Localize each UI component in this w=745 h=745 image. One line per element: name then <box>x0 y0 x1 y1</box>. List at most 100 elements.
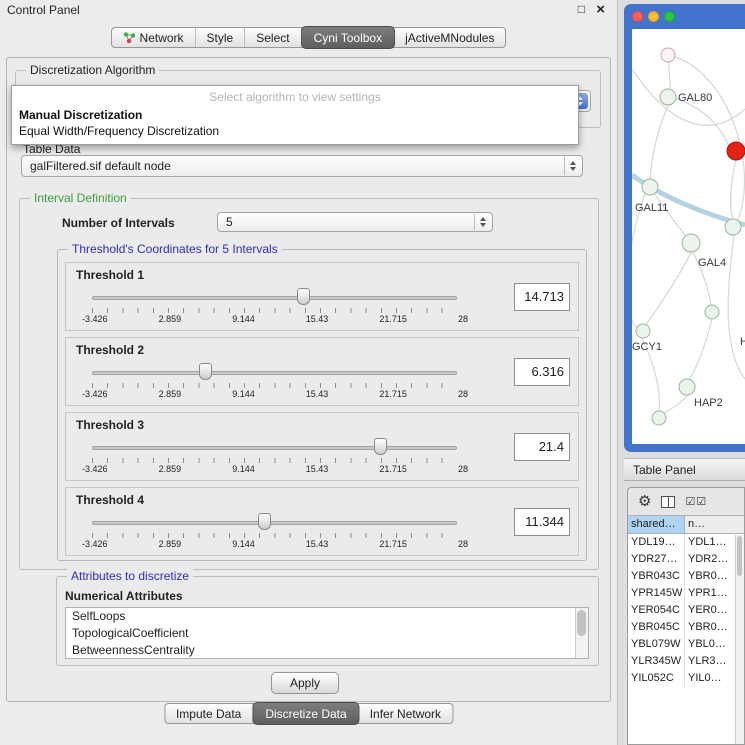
network-node-gal80[interactable] <box>660 89 676 105</box>
network-node[interactable] <box>725 219 741 235</box>
threshold-2-slider[interactable] <box>92 362 457 382</box>
gear-icon[interactable]: ⚙ <box>638 494 651 509</box>
network-graph[interactable]: GAL80 GAL11 GAL4 GCY1 HAP2 H <box>632 29 745 444</box>
threshold-4-handle[interactable] <box>258 513 271 530</box>
close-icon[interactable]: × <box>596 1 605 18</box>
slider-track[interactable] <box>92 371 457 375</box>
scrollbar-thumb[interactable] <box>737 536 742 576</box>
table-row[interactable]: YDL19…YDL1… <box>628 534 744 551</box>
tab-infer-network[interactable]: Infer Network <box>359 704 452 723</box>
table-row[interactable]: YPR145WYPR1… <box>628 585 744 602</box>
threshold-3-slider[interactable] <box>92 437 457 457</box>
float-window-icon[interactable]: □ <box>578 2 585 16</box>
tab-impute-data[interactable]: Impute Data <box>165 704 253 723</box>
network-node-gcy1[interactable] <box>636 324 650 338</box>
network-node[interactable] <box>652 411 666 425</box>
top-tab-bar: Network Style Select Cyni Toolbox jActiv… <box>111 27 507 48</box>
selected-red-node[interactable] <box>727 142 745 160</box>
slider-ticks <box>92 533 457 538</box>
list-item[interactable]: TopologicalCoefficient <box>66 625 588 642</box>
tab-discretize-data[interactable]: Discretize Data <box>252 702 359 725</box>
attributes-list-scrollbar[interactable] <box>575 608 588 658</box>
tab-select[interactable]: Select <box>245 28 301 47</box>
network-node-gal11[interactable] <box>642 179 658 195</box>
tick-label: 15.43 <box>306 464 329 474</box>
threshold-4-slider[interactable] <box>92 512 457 532</box>
cell[interactable]: YBR045C <box>628 619 685 636</box>
scrollbar-thumb[interactable] <box>577 610 586 636</box>
network-node-hap2[interactable] <box>679 379 695 395</box>
minimize-traffic-light[interactable] <box>648 11 659 22</box>
threshold-1-value-field[interactable]: 14.713 <box>514 283 570 311</box>
dropdown-option-equal-width[interactable]: Equal Width/Frequency Discretization <box>12 123 578 139</box>
table-data-combobox[interactable]: galFiltered.sif default node <box>21 155 583 177</box>
tab-style[interactable]: Style <box>196 28 246 47</box>
table-row[interactable]: YDR27…YDR2… <box>628 551 744 568</box>
network-node[interactable] <box>705 305 719 319</box>
dropdown-option-manual[interactable]: Manual Discretization <box>12 107 578 123</box>
tab-discretize-data-label: Discretize Data <box>265 707 346 721</box>
columns-icon[interactable] <box>661 496 675 508</box>
cell[interactable]: YIL052C <box>628 670 685 687</box>
threshold-1-slider[interactable] <box>92 287 457 307</box>
cyni-toolbox-panel: Discretization Algorithm Select algorith… <box>6 57 611 702</box>
panel-title: Control Panel <box>7 3 80 17</box>
threshold-3-panel: Threshold 3 -3.426 2.859 9.144 15.43 21.… <box>65 412 579 481</box>
tick-label: 15.43 <box>306 539 329 549</box>
number-of-intervals-combobox[interactable]: 5 <box>217 212 493 232</box>
list-item[interactable]: BetweennessCentrality <box>66 642 588 659</box>
cell[interactable]: YPR145W <box>628 585 685 602</box>
table-row[interactable]: YIL052CYIL0… <box>628 670 744 687</box>
tab-cyni-toolbox[interactable]: Cyni Toolbox <box>301 26 395 49</box>
network-node-gal4[interactable] <box>682 234 700 252</box>
tab-style-label: Style <box>207 31 234 45</box>
table-data-combobox-value: galFiltered.sif default node <box>30 159 171 173</box>
close-traffic-light[interactable] <box>632 11 643 22</box>
cell[interactable]: YLR345W <box>628 653 685 670</box>
table-row[interactable]: YBR045CYBR0… <box>628 619 744 636</box>
node-label: HAP2 <box>694 397 723 409</box>
threshold-2-value-field[interactable]: 6.316 <box>514 358 570 386</box>
apply-button[interactable]: Apply <box>271 672 339 694</box>
threshold-3-value-field[interactable]: 21.4 <box>514 433 570 461</box>
control-panel-window: Control Panel □ × Network Style Select C… <box>0 0 618 745</box>
tab-select-label: Select <box>256 31 289 45</box>
cell[interactable]: YER054C <box>628 602 685 619</box>
zoom-traffic-light[interactable] <box>664 11 675 22</box>
slider-ticks <box>92 458 457 463</box>
table-body: YDL19…YDL1… YDR27…YDR2… YBR043CYBR0… YPR… <box>628 534 744 745</box>
network-canvas[interactable]: GAL80 GAL11 GAL4 GCY1 HAP2 H <box>632 29 745 444</box>
list-item[interactable]: SelfLoops <box>66 608 588 625</box>
slider-track[interactable] <box>92 296 457 300</box>
slider-track[interactable] <box>92 521 457 525</box>
attributes-list: SelfLoops TopologicalCoefficient Between… <box>65 607 589 659</box>
threshold-4-value-field[interactable]: 11.344 <box>514 508 570 536</box>
threshold-3-handle[interactable] <box>374 438 387 455</box>
tick-label: 21.715 <box>379 314 407 324</box>
discretization-algorithm-title: Discretization Algorithm <box>26 63 159 77</box>
tab-network[interactable]: Network <box>112 28 196 47</box>
column-header-name[interactable]: n… <box>685 516 744 533</box>
threshold-2-handle[interactable] <box>199 363 212 380</box>
tab-jactivemnodules[interactable]: jActiveMNodules <box>394 28 505 47</box>
tick-label: 28 <box>458 314 468 324</box>
network-node[interactable] <box>661 48 675 62</box>
table-row[interactable]: YBR043CYBR0… <box>628 568 744 585</box>
tick-label: -3.426 <box>82 314 108 324</box>
table-row[interactable]: YER054CYER0… <box>628 602 744 619</box>
table-panel-titlebar: Table Panel <box>624 458 745 481</box>
column-header-shared-name[interactable]: shared… <box>628 516 685 533</box>
threshold-1-handle[interactable] <box>297 288 310 305</box>
cell[interactable]: YDL19… <box>628 534 685 551</box>
table-scrollbar[interactable] <box>735 535 744 744</box>
cell[interactable]: YBL079W <box>628 636 685 653</box>
cell[interactable]: YDR27… <box>628 551 685 568</box>
cell[interactable]: YBR043C <box>628 568 685 585</box>
table-row[interactable]: YBL079WYBL0… <box>628 636 744 653</box>
threshold-4-label: Threshold 4 <box>76 493 144 507</box>
tick-label: 9.144 <box>232 539 255 549</box>
threshold-1-label: Threshold 1 <box>76 268 144 282</box>
slider-track[interactable] <box>92 446 457 450</box>
table-row[interactable]: YLR345WYLR3… <box>628 653 744 670</box>
select-columns-checkboxes-icon[interactable]: ☑☑ <box>685 495 707 508</box>
